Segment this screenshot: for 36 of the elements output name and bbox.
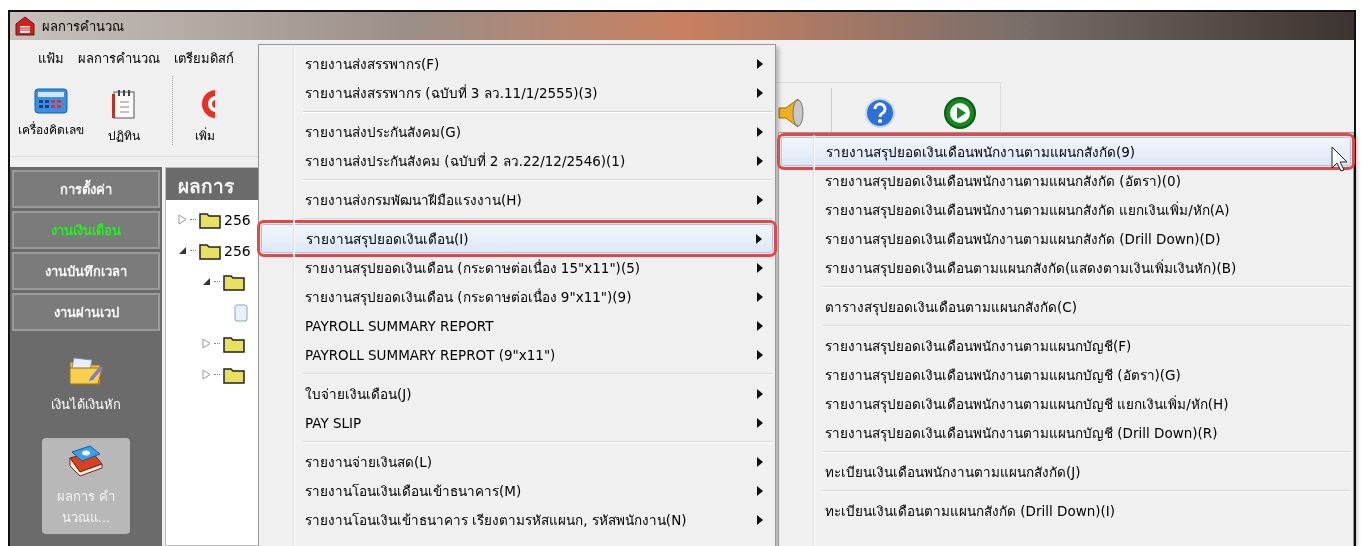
sidebar-tab[interactable]: การตั้งค่า — [12, 170, 160, 208]
menu-item[interactable]: รายงานสรุปยอดเงินเดือนพนักงานตามแผนกบัญชี(F) — [781, 331, 1351, 360]
menu-item[interactable]: ทะเบียนเงินเดือนตามแผนกสังกัด (Drill Down)(I) — [781, 496, 1351, 525]
menu-item[interactable]: PAYROLL SUMMARY REPORT — [261, 311, 773, 340]
menu-item[interactable]: รายงานสรุปยอดเงินเดือนพนักงานตามแผนกสังกัด (อัตรา)(0) — [781, 166, 1351, 195]
menu-item[interactable]: รายงานส่งประกันสังคม(G) — [261, 117, 773, 146]
tree-node-label[interactable]: 256 — [224, 242, 251, 259]
sidebar-shortcut[interactable]: เงินได้เงินหัก — [40, 348, 132, 421]
menu-bar-item[interactable]: เตรียมดิสก์ — [168, 45, 240, 71]
menu-item[interactable]: รายงานสรุปยอดเงินเดือน (กระดาษต่อเนื่อง 9"x11")(9) — [261, 282, 773, 311]
toolbar-button[interactable]: เพิ่ม — [172, 76, 215, 145]
toolbar-button[interactable]: ปฏิทิน — [100, 76, 148, 145]
menu-item[interactable]: PAY SLIP — [261, 408, 773, 437]
menu-item[interactable]: รายงานโอนเงินเดือนเข้าธนาคาร(M) — [261, 476, 773, 505]
menu-item[interactable]: ตารางสรุปยอดเงินเดือนตามแผนกสังกัด(C) — [781, 292, 1351, 321]
menu-bar-item[interactable]: ผลการคำนวณ — [72, 45, 166, 71]
sidebar-tab[interactable]: งานผ่านเวป — [12, 293, 160, 331]
menu-item[interactable]: รายงานสรุปยอดเงินเดือน (กระดาษต่อเนื่อง 15"x11")(5) — [261, 253, 773, 282]
menu-item[interactable]: รายงานส่งสรรพากร(F) — [261, 49, 773, 78]
menu-item[interactable]: รายงานสรุปยอดเงินเดือนพนักงานตามแผนกบัญชี (อัตรา)(G) — [781, 360, 1351, 389]
window-title: ผลการคำนวณ — [42, 17, 124, 36]
menu-item[interactable]: รายงานส่งสรรพากร (ฉบับที่ 3 ลว.11/1/2555)(3) — [261, 78, 773, 107]
menu-item[interactable]: รายงานสรุปยอดเงินเดือนตามแผนกสังกัด(แสดงตามเงินเพิ่มเงินหัก)(B) — [781, 253, 1351, 282]
menu-item[interactable]: รายงานโอนเงินเข้าธนาคาร เรียงตามรหัสแผนก, รหัสพนักงาน(N) — [261, 505, 773, 534]
menu-item[interactable]: รายงานสรุปยอดเงินเดือนพนักงานตามแผนกบัญชี แยกเงินเพิ่ม/หัก(H) — [781, 389, 1351, 418]
sidebar-tab[interactable]: งานบันทึกเวลา — [12, 252, 160, 290]
menu-bar-item[interactable]: แฟ้ม — [32, 45, 70, 71]
menu-item[interactable]: รายงานสรุปยอดเงินเดือนพนักงานตามแผนกบัญชี (Drill Down)(R) — [781, 418, 1351, 447]
menu-item[interactable]: ใบจ่ายเงินเดือน(J) — [261, 379, 773, 408]
menu-item[interactable]: รายงานจ่ายเงินสด(L) — [261, 447, 773, 476]
menu-item[interactable]: ทะเบียนเงินเดือนพนักงานตามแผนกสังกัด(J) — [781, 457, 1351, 486]
menu-item[interactable]: รายงานสรุปยอดเงินเดือนพนักงานตามแผนกสังกัด (Drill Down)(D) — [781, 224, 1351, 253]
toolbar-button[interactable]: เครื่องคิดเลข — [10, 76, 92, 145]
menu-item[interactable]: รายงานสรุปยอดเงินเดือนพนักงานตามแผนกสังกัด แยกเงินเพิ่ม/หัก(A) — [781, 195, 1351, 224]
tree-node-label[interactable]: 256 — [224, 211, 251, 228]
menu-item[interactable]: PAYROLL SUMMARY REPROT (9"x11") — [261, 340, 773, 369]
